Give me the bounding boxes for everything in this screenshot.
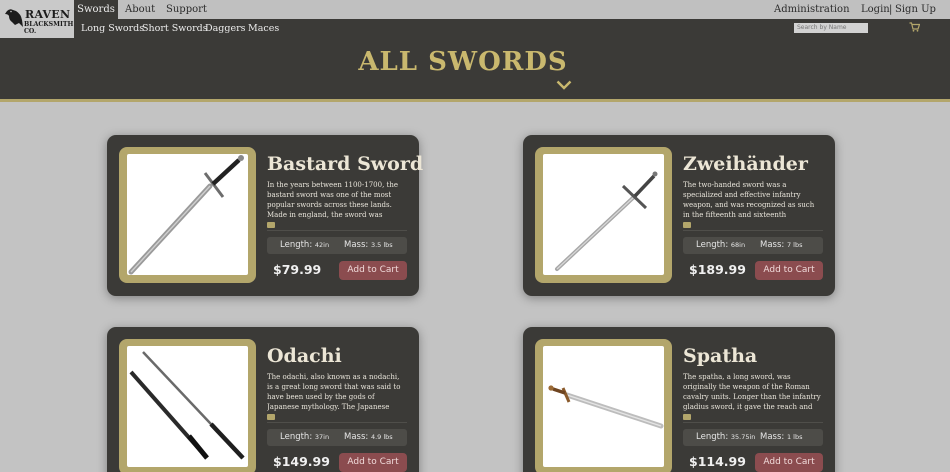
- divider: [267, 230, 407, 231]
- length-label: Length:: [696, 240, 729, 250]
- product-specs: Length: 68in Mass: 7 lbs: [683, 237, 823, 254]
- product-name: Spatha: [683, 345, 758, 367]
- product-price: $114.99: [689, 454, 746, 469]
- more-icon[interactable]: [683, 222, 691, 228]
- brand-name: RAVEN: [25, 8, 71, 21]
- nav-signup[interactable]: Sign Up: [895, 0, 936, 19]
- mass-value: 7 lbs: [786, 241, 803, 249]
- page-title: ALL SWORDS: [358, 47, 568, 77]
- category-short-swords[interactable]: Short Swords: [142, 19, 208, 38]
- length-label: Length:: [280, 240, 313, 250]
- divider: [683, 422, 823, 423]
- search-input[interactable]: [794, 23, 868, 33]
- product-description: The spatha, a long sword, was originally…: [683, 373, 821, 411]
- product-image-frame: [119, 339, 256, 472]
- length-value: 68in: [730, 241, 746, 249]
- nav-separator: |: [889, 4, 893, 15]
- product-specs: Length: 37in Mass: 4.9 lbs: [267, 429, 407, 446]
- product-image[interactable]: [543, 346, 664, 467]
- category-daggers[interactable]: Daggers: [205, 19, 245, 38]
- product-image[interactable]: [127, 346, 248, 467]
- product-price: $79.99: [273, 262, 322, 277]
- mass-value: 3.5 lbs: [370, 241, 393, 249]
- product-image[interactable]: [543, 154, 664, 275]
- length-label: Length:: [696, 432, 729, 442]
- nav-support[interactable]: Support: [166, 0, 207, 19]
- category-maces[interactable]: Maces: [248, 19, 279, 38]
- product-name: Odachi: [267, 345, 342, 367]
- product-description: The two-handed sword was a specialized a…: [683, 181, 815, 219]
- add-to-cart-button[interactable]: Add to Cart: [339, 261, 407, 280]
- add-to-cart-button[interactable]: Add to Cart: [755, 261, 823, 280]
- product-card: Zweihänder The two-handed sword was a sp…: [523, 135, 835, 296]
- product-name: Bastard Sword: [267, 153, 424, 175]
- brand-subtitle: BLACKSMITH CO.: [24, 21, 74, 35]
- divider: [267, 422, 407, 423]
- mass-label: Mass:: [344, 432, 369, 442]
- product-description: In the years between 1100-1700, the bast…: [267, 181, 398, 219]
- mass-label: Mass:: [344, 240, 369, 250]
- product-image-frame: [535, 147, 672, 283]
- add-to-cart-button[interactable]: Add to Cart: [339, 453, 407, 472]
- product-image-frame: [535, 339, 672, 472]
- category-long-swords[interactable]: Long Swords: [81, 19, 144, 38]
- more-icon[interactable]: [267, 222, 275, 228]
- mass-label: Mass:: [760, 432, 785, 442]
- product-specs: Length: 42in Mass: 3.5 lbs: [267, 237, 407, 254]
- divider: [683, 230, 823, 231]
- nav-swords[interactable]: Swords: [74, 0, 118, 19]
- product-description: The odachi, also known as a nodachi, is …: [267, 373, 401, 411]
- more-icon[interactable]: [267, 414, 275, 420]
- mass-value: 1 lbs: [786, 433, 803, 441]
- mass-value: 4.9 lbs: [370, 433, 393, 441]
- brand-logo[interactable]: RAVEN BLACKSMITH CO.: [0, 0, 74, 38]
- nav-about[interactable]: About: [125, 0, 155, 19]
- length-value: 35.75in: [730, 433, 756, 441]
- cart-icon[interactable]: [909, 22, 920, 32]
- mass-label: Mass:: [760, 240, 785, 250]
- more-icon[interactable]: [683, 414, 691, 420]
- product-image-frame: [119, 147, 256, 283]
- product-card: Odachi The odachi, also known as a nodac…: [107, 327, 419, 472]
- product-price: $189.99: [689, 262, 746, 277]
- nav-administration[interactable]: Administration: [774, 0, 850, 19]
- product-image[interactable]: [127, 154, 248, 275]
- length-value: 42in: [314, 241, 330, 249]
- product-card: Spatha The spatha, a long sword, was ori…: [523, 327, 835, 472]
- chevron-down-icon[interactable]: [556, 80, 572, 90]
- product-specs: Length: 35.75in Mass: 1 lbs: [683, 429, 823, 446]
- length-label: Length:: [280, 432, 313, 442]
- product-price: $149.99: [273, 454, 330, 469]
- length-value: 37in: [314, 433, 330, 441]
- product-name: Zweihänder: [683, 153, 808, 175]
- raven-icon: [5, 9, 23, 27]
- product-card: Bastard Sword In the years between 1100-…: [107, 135, 423, 296]
- nav-login[interactable]: Login: [861, 0, 890, 19]
- add-to-cart-button[interactable]: Add to Cart: [755, 453, 823, 472]
